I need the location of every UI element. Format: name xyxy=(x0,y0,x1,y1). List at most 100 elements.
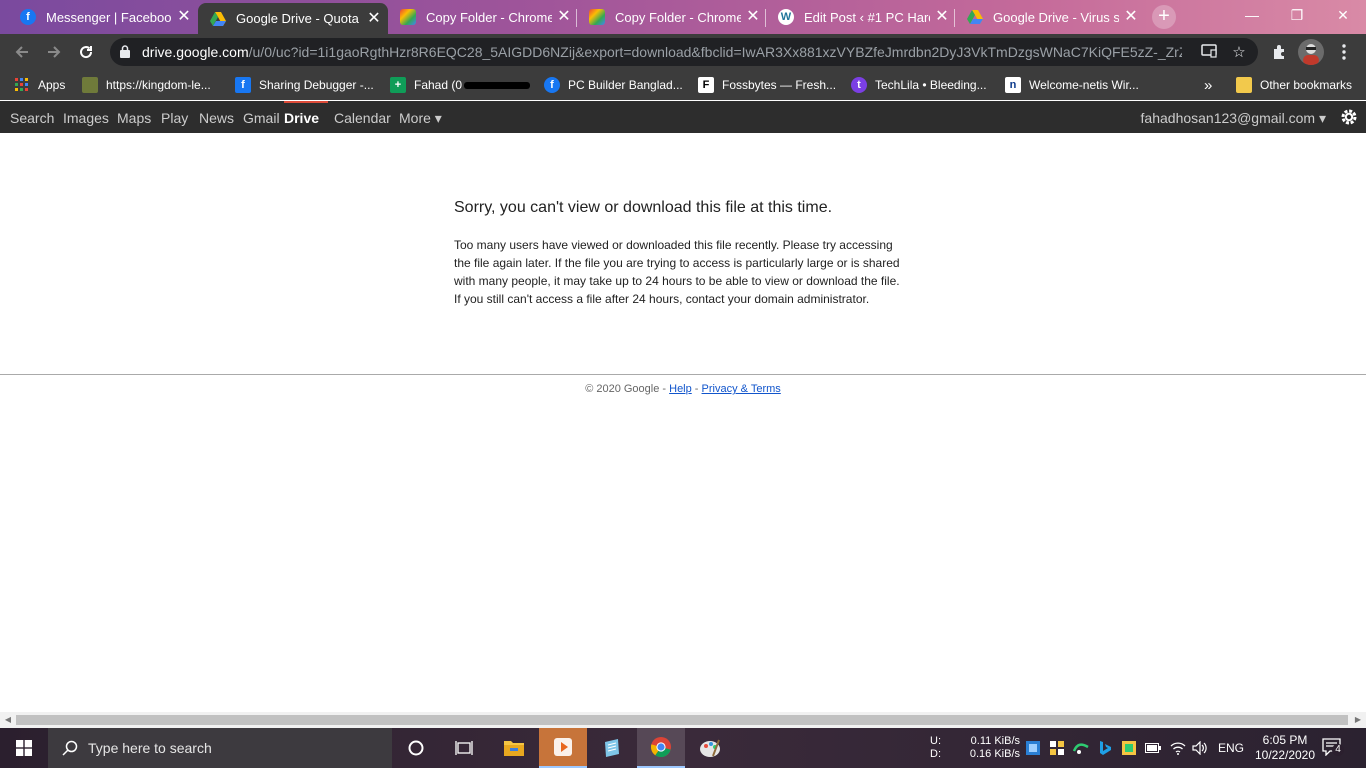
gnav-search[interactable]: Search xyxy=(10,101,54,133)
gnav-news[interactable]: News xyxy=(199,101,234,133)
fossbytes-icon: F xyxy=(698,77,714,93)
net-speed-labels: U: D: xyxy=(930,735,941,768)
task-view-icon xyxy=(455,741,473,755)
media-player-icon xyxy=(554,738,572,756)
minimize-button[interactable]: — xyxy=(1229,4,1275,28)
copyright-text: © 2020 Google - xyxy=(585,383,670,395)
close-tab-icon[interactable]: ✕ xyxy=(934,9,950,25)
chrome-button[interactable] xyxy=(637,728,685,768)
action-center-button[interactable]: 4 xyxy=(1322,738,1346,758)
cortana-button[interactable] xyxy=(392,728,440,768)
chrome-icon xyxy=(650,737,671,758)
taskbar-search-box[interactable]: Type here to search xyxy=(48,728,392,768)
language-indicator[interactable]: ENG xyxy=(1218,741,1244,768)
tab-google-drive-quota[interactable]: Google Drive - Quota e ✕ xyxy=(198,3,388,34)
battery-icon[interactable] xyxy=(1145,740,1161,756)
bookmark-label: PC Builder Banglad... xyxy=(568,78,683,92)
task-view-button[interactable] xyxy=(440,728,488,768)
upload-speed: 0.11 KiB/s xyxy=(970,735,1020,747)
net-speed-values: 0.11 KiB/s 0.16 KiB/s xyxy=(968,735,1020,768)
extensions-puzzle-icon[interactable] xyxy=(1268,40,1292,64)
tab-messenger[interactable]: f Messenger | Facebook ✕ xyxy=(8,4,198,30)
tray-network-shield-icon[interactable] xyxy=(1049,740,1065,756)
horizontal-scrollbar[interactable]: ◀ ▶ xyxy=(0,712,1366,728)
bookmark-kingdom[interactable]: https://kingdom-le... xyxy=(82,76,211,94)
notepad-icon xyxy=(605,739,619,757)
facebook-icon: f xyxy=(235,77,251,93)
other-bookmarks[interactable]: Other bookmarks xyxy=(1236,76,1352,94)
scroll-right-arrow-icon[interactable]: ▶ xyxy=(1350,712,1366,728)
tab-edit-post[interactable]: W Edit Post ‹ #1 PC Hardw ✕ xyxy=(766,4,956,30)
volume-icon[interactable] xyxy=(1192,740,1208,756)
close-window-button[interactable]: ✕ xyxy=(1320,4,1366,28)
bookmark-star-icon[interactable]: ☆ xyxy=(1230,44,1248,62)
apps-grid-icon xyxy=(14,77,30,93)
clock[interactable]: 6:05 PM 10/22/2020 xyxy=(1252,733,1318,768)
scroll-left-arrow-icon[interactable]: ◀ xyxy=(0,712,16,728)
gnav-maps[interactable]: Maps xyxy=(117,101,151,133)
bookmark-netis[interactable]: n Welcome-netis Wir... xyxy=(1005,76,1139,94)
help-link[interactable]: Help xyxy=(669,383,692,395)
techlila-icon: t xyxy=(851,77,867,93)
gnav-gmail[interactable]: Gmail xyxy=(243,101,280,133)
privacy-terms-link[interactable]: Privacy & Terms xyxy=(702,383,781,395)
back-arrow-icon xyxy=(15,46,28,58)
bookmark-label: https://kingdom-le... xyxy=(106,78,211,92)
tab-title: Edit Post ‹ #1 PC Hardw xyxy=(804,9,930,25)
clock-date: 10/22/2020 xyxy=(1254,748,1316,762)
close-tab-icon[interactable]: ✕ xyxy=(556,9,572,25)
tab-title: Google Drive - Quota e xyxy=(236,11,362,26)
tray-green-app-icon[interactable] xyxy=(1121,740,1137,756)
scrollbar-thumb[interactable] xyxy=(16,715,1348,725)
bookmark-fahad[interactable]: + Fahad (0 xyxy=(390,76,531,94)
tab-copy-folder-1[interactable]: Copy Folder - Chrome W ✕ xyxy=(388,4,578,30)
bookmark-techlila[interactable]: t TechLila • Bleeding... xyxy=(851,76,987,94)
menu-kebab-icon[interactable] xyxy=(1332,40,1356,64)
error-title: Sorry, you can't view or download this f… xyxy=(454,199,833,216)
google-nav-bar: Search Images Maps Play News Gmail Drive… xyxy=(0,101,1366,133)
bookmark-fossbytes[interactable]: F Fossbytes — Fresh... xyxy=(698,76,836,94)
maximize-button[interactable]: ❐ xyxy=(1274,4,1320,28)
notepad-button[interactable] xyxy=(588,728,636,768)
cast-icon[interactable] xyxy=(1200,44,1218,62)
bookmark-sharing-debugger[interactable]: f Sharing Debugger -... xyxy=(235,76,374,94)
close-tab-icon[interactable]: ✕ xyxy=(176,9,192,25)
file-explorer-button[interactable] xyxy=(490,728,538,768)
page-icon xyxy=(82,77,98,93)
tray-xbox-icon[interactable] xyxy=(1073,740,1089,756)
gnav-more[interactable]: More ▾ xyxy=(399,101,442,133)
sheets-icon: + xyxy=(390,77,406,93)
forward-button[interactable] xyxy=(42,40,66,64)
reload-icon xyxy=(80,46,93,59)
gnav-images[interactable]: Images xyxy=(63,101,109,133)
bookmark-apps[interactable]: Apps xyxy=(14,76,65,94)
gear-icon[interactable] xyxy=(1340,108,1358,126)
close-tab-icon[interactable]: ✕ xyxy=(1123,9,1139,25)
gnav-calendar[interactable]: Calendar xyxy=(334,101,391,133)
new-tab-button[interactable]: + xyxy=(1152,5,1176,29)
bookmark-pc-builder[interactable]: f PC Builder Banglad... xyxy=(544,76,683,94)
bookmarks-overflow-chevron[interactable]: » xyxy=(1204,76,1212,94)
bookmark-label: TechLila • Bleeding... xyxy=(875,78,987,92)
reload-button[interactable] xyxy=(74,40,98,64)
close-tab-icon[interactable]: ✕ xyxy=(745,9,761,25)
tray-app-icon[interactable] xyxy=(1025,740,1041,756)
paint-button[interactable] xyxy=(686,728,734,768)
media-player-button[interactable] xyxy=(539,728,587,768)
address-bar[interactable]: drive.google.com/u/0/uc?id=1i1gaoRgthHzr… xyxy=(110,38,1258,66)
close-tab-icon[interactable]: ✕ xyxy=(366,10,382,27)
wifi-icon[interactable] xyxy=(1170,740,1186,756)
search-icon xyxy=(62,740,78,756)
gnav-drive[interactable]: Drive xyxy=(284,101,328,133)
tab-copy-folder-2[interactable]: Copy Folder - Chrome W ✕ xyxy=(577,4,767,30)
profile-avatar[interactable] xyxy=(1298,39,1324,65)
back-button[interactable] xyxy=(10,40,34,64)
start-button[interactable] xyxy=(0,728,48,768)
account-email[interactable]: fahadhosan123@gmail.com ▾ xyxy=(1141,101,1326,135)
upload-label: U: xyxy=(930,735,941,747)
bookmarks-bar: Apps https://kingdom-le... f Sharing Deb… xyxy=(0,70,1366,100)
gnav-play[interactable]: Play xyxy=(161,101,188,133)
bing-icon[interactable] xyxy=(1097,740,1113,756)
url-path: /u/0/uc?id=1i1gaoRgthHzr8R6EQC28_5AIGDD6… xyxy=(248,44,1182,60)
tab-google-drive-virus[interactable]: Google Drive - Virus sc ✕ xyxy=(955,4,1145,30)
